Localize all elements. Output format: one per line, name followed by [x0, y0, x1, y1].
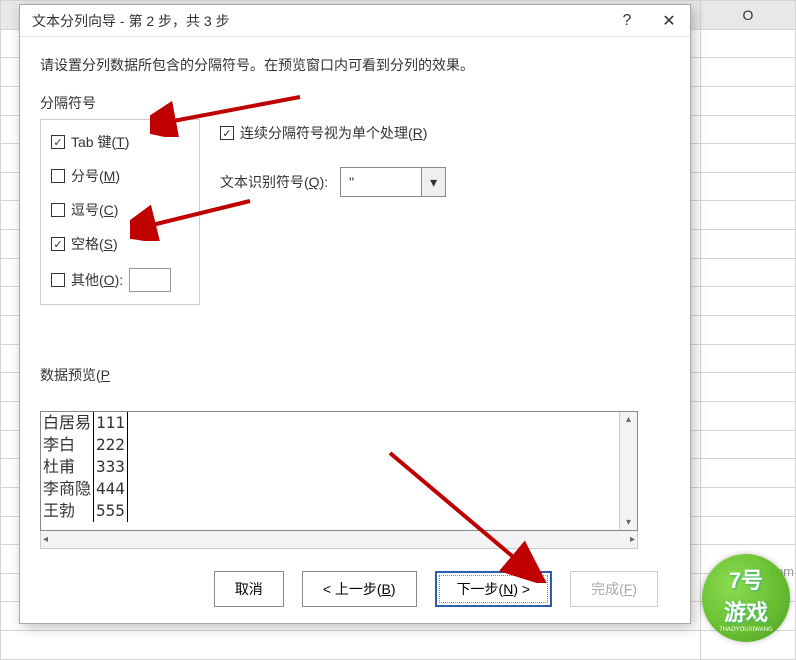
back-button[interactable]: < 上一步(B) [302, 571, 417, 607]
cell[interactable] [701, 172, 796, 201]
qualifier-dropdown[interactable]: " ▾ [340, 167, 446, 197]
delimiter-space[interactable]: 空格(S) [51, 234, 189, 254]
cell[interactable] [701, 487, 796, 516]
other-delimiter-input[interactable] [129, 268, 171, 292]
preview-row: 杜甫333 [41, 456, 127, 478]
checkbox-semicolon[interactable] [51, 169, 65, 183]
preview-label: 数据预览(P [40, 365, 670, 385]
watermark-line1: 7号 [729, 563, 763, 595]
preview-box: 白居易111 李白222 杜甫333 李商隐444 王勃555 ▴ ▾ [40, 411, 638, 531]
preview-row: 王勃555 [41, 500, 127, 522]
delimiter-other[interactable]: 其他(O): [51, 268, 189, 292]
watermark-sub: 7HAOYOUXIWANG [719, 627, 772, 633]
preview-row: 李白222 [41, 434, 127, 456]
cell[interactable] [701, 29, 796, 58]
checkbox-consecutive[interactable] [220, 126, 234, 140]
delimiter-semicolon[interactable]: 分号(M) [51, 166, 189, 186]
label-semicolon: 分号(M) [71, 166, 120, 186]
cell[interactable] [701, 430, 796, 459]
watermark-line2: 游戏 [724, 595, 768, 627]
titlebar[interactable]: 文本分列向导 - 第 2 步，共 3 步 ? ✕ [20, 5, 690, 37]
cell[interactable] [701, 287, 796, 316]
preview-row: 白居易111 [41, 412, 127, 434]
delimiter-comma[interactable]: 逗号(C) [51, 200, 189, 220]
cell[interactable] [701, 373, 796, 402]
preview-table: 白居易111 李白222 杜甫333 李商隐444 王勃555 [41, 412, 619, 530]
close-icon: ✕ [662, 11, 675, 31]
dialog-title: 文本分列向导 - 第 2 步，共 3 步 [32, 11, 606, 31]
consecutive-delimiter-row[interactable]: 连续分隔符号视为单个处理(R) [220, 123, 446, 143]
cell[interactable] [701, 144, 796, 173]
cell[interactable] [701, 516, 796, 545]
qualifier-label: 文本识别符号(Q): [220, 172, 328, 192]
cell[interactable] [1, 631, 701, 660]
scrollbar-vertical[interactable]: ▴ ▾ [619, 412, 637, 530]
col-header-o[interactable]: O [701, 1, 796, 30]
scroll-right-icon[interactable]: ▸ [628, 532, 637, 547]
delimiter-box: Tab 键(T) 分号(M) 逗号(C) 空格(S) 其他(O): [40, 119, 200, 305]
next-button[interactable]: 下一步(N) > [435, 571, 553, 607]
cell[interactable] [701, 344, 796, 373]
delimiter-tab[interactable]: Tab 键(T) [51, 132, 189, 152]
scroll-down-icon[interactable]: ▾ [624, 515, 633, 530]
checkbox-tab[interactable] [51, 135, 65, 149]
cell[interactable] [701, 201, 796, 230]
scroll-left-icon[interactable]: ◂ [41, 532, 50, 547]
preview-row: 李商隐444 [41, 478, 127, 500]
cell[interactable] [701, 230, 796, 259]
close-button[interactable]: ✕ [648, 5, 690, 37]
label-space: 空格(S) [71, 234, 118, 254]
cell[interactable] [701, 86, 796, 115]
cell[interactable] [701, 58, 796, 87]
label-consecutive: 连续分隔符号视为单个处理(R) [240, 123, 427, 143]
instruction-text: 请设置分列数据所包含的分隔符号。在预览窗口内可看到分列的效果。 [40, 55, 670, 75]
cell[interactable] [701, 258, 796, 287]
finish-button[interactable]: 完成(F) [570, 571, 658, 607]
chevron-down-icon[interactable]: ▾ [421, 168, 445, 196]
checkbox-comma[interactable] [51, 203, 65, 217]
cell[interactable] [701, 316, 796, 345]
watermark-circle-icon: 7号 游戏 7HAOYOUXIWANG [702, 554, 790, 642]
qualifier-value: " [341, 174, 421, 190]
cancel-button[interactable]: 取消 [214, 571, 284, 607]
cell[interactable] [701, 115, 796, 144]
delimiter-group-label: 分隔符号 [40, 93, 670, 113]
checkbox-other[interactable] [51, 273, 65, 287]
label-comma: 逗号(C) [71, 200, 118, 220]
scrollbar-horizontal[interactable]: ◂ ▸ [40, 531, 638, 549]
scroll-up-icon[interactable]: ▴ [624, 412, 633, 427]
label-tab: Tab 键(T) [71, 132, 129, 152]
help-button[interactable]: ? [606, 5, 648, 37]
checkbox-space[interactable] [51, 237, 65, 251]
text-to-columns-dialog: 文本分列向导 - 第 2 步，共 3 步 ? ✕ 请设置分列数据所包含的分隔符号… [19, 4, 691, 624]
label-other: 其他(O): [71, 270, 123, 290]
cell[interactable] [701, 401, 796, 430]
cell[interactable] [701, 459, 796, 488]
watermark-logo: .com 7号 游戏 7HAOYOUXIWANG [702, 554, 790, 642]
